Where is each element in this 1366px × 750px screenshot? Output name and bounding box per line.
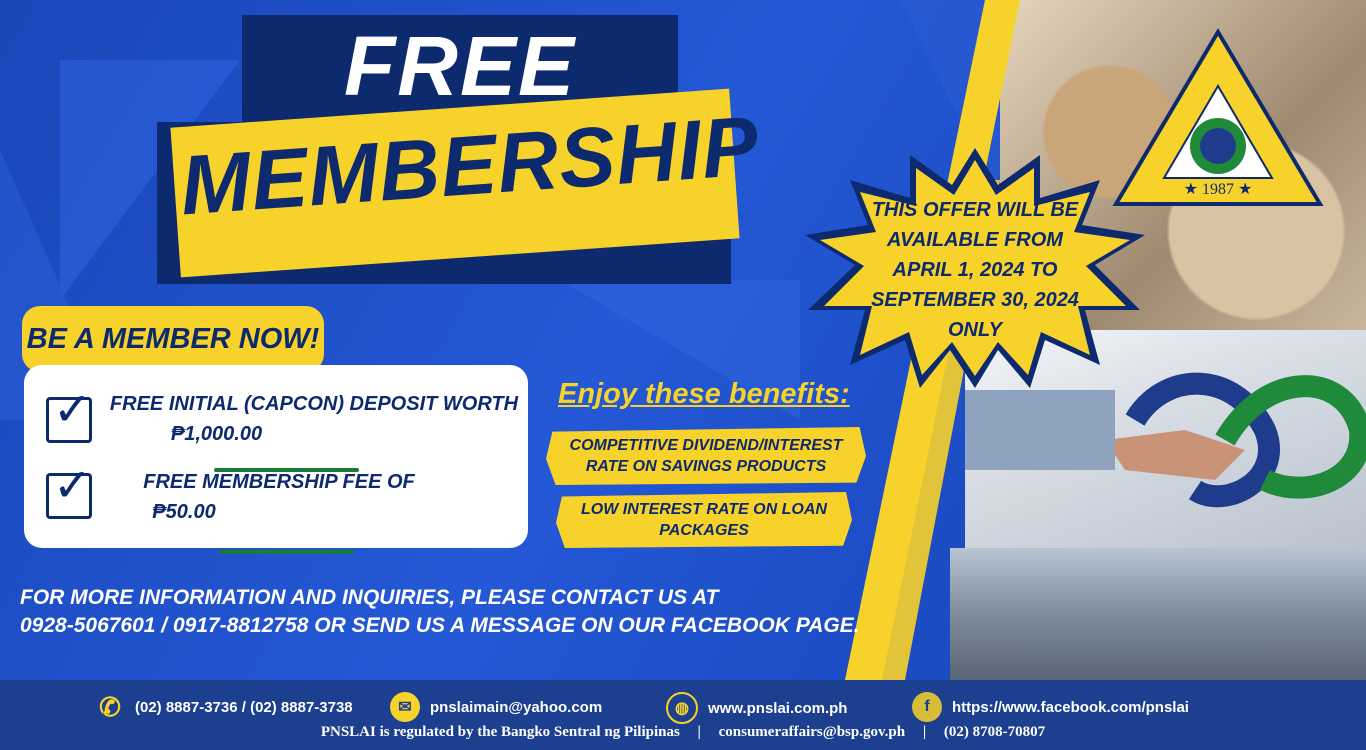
benefit-2-line1: LOW INTEREST RATE ON LOAN: [581, 501, 827, 518]
offer-line-3: APRIL 1, 2024 TO: [892, 259, 1058, 281]
separator: |: [922, 724, 927, 740]
separator: |: [697, 724, 701, 740]
offer-line-5: ONLY: [947, 319, 1003, 341]
footer-regulation-line: PNSLAI is regulated by the Bangko Sentra…: [0, 724, 1366, 741]
benefit-2-line2: PACKAGES: [659, 521, 749, 539]
green-accent-line: [214, 468, 359, 472]
globe-icon: ◍: [666, 692, 698, 724]
logo-year: ★ 1987 ★: [1184, 181, 1253, 198]
be-member-button[interactable]: BE A MEMBER NOW!: [22, 306, 324, 372]
footer-website[interactable]: ◍ www.pnslai.com.ph: [666, 692, 847, 724]
contact-line-1: FOR MORE INFORMATION AND INQUIRIES, PLEA…: [20, 586, 719, 609]
card-item-2-line1: FREE MEMBERSHIP FEE OF: [143, 471, 415, 493]
offer-line-2: AVAILABLE FROM: [887, 229, 1063, 251]
card-item-2-line2: ₱50.00: [152, 501, 216, 523]
footer-email[interactable]: ✉ pnslaimain@yahoo.com: [390, 692, 602, 722]
envelope-icon: ✉: [390, 692, 420, 722]
contact-line-2: 0928-5067601 / 0917-8812758 OR SEND US A…: [20, 614, 860, 638]
contact-info: FOR MORE INFORMATION AND INQUIRIES, PLEA…: [20, 584, 950, 641]
bsp-phone: (02) 8708-70807: [943, 724, 1046, 740]
footer-email-text: pnslaimain@yahoo.com: [430, 698, 603, 716]
checkbox-icon: ✓: [46, 386, 92, 443]
seminar-photo: [950, 548, 1366, 680]
benefit-1: COMPETITIVE DIVIDEND/INTEREST RATE ON SA…: [556, 436, 856, 478]
offer-line-1: THIS OFFER WILL BE: [871, 199, 1079, 221]
offer-card: ✓ FREE INITIAL (CAPCON) DEPOSIT WORTH ₱1…: [24, 365, 528, 554]
pnslai-logo: ★ 1987 ★: [1112, 28, 1324, 206]
bsp-email[interactable]: consumeraffairs@bsp.gov.ph: [719, 724, 905, 740]
checkbox-icon: ✓: [46, 462, 92, 519]
footer-website-text: www.pnslai.com.ph: [708, 699, 848, 717]
offer-text: THIS OFFER WILL BE AVAILABLE FROM APRIL …: [858, 195, 1092, 345]
phone-icon: ✆: [99, 691, 121, 722]
footer-facebook[interactable]: f https://www.facebook.com/pnslai: [912, 692, 1189, 722]
card-item-1-line2: ₱1,000.00: [170, 423, 263, 445]
benefit-1-line1: COMPETITIVE DIVIDEND/INTEREST: [569, 437, 843, 454]
green-accent-line: [219, 550, 354, 554]
offer-line-4: SEPTEMBER 30, 2024: [871, 289, 1079, 311]
facebook-icon: f: [912, 692, 942, 722]
benefit-1-line2: RATE ON SAVINGS PRODUCTS: [585, 457, 827, 475]
card-item-1-line1: FREE INITIAL (CAPCON) DEPOSIT WORTH: [109, 393, 519, 415]
regulation-text: PNSLAI is regulated by the Bangko Sentra…: [320, 724, 680, 740]
footer-phone[interactable]: ✆ (02) 8887-3736 / (02) 8887-3738: [95, 692, 353, 722]
benefit-2: LOW INTEREST RATE ON LOAN PACKAGES: [566, 500, 842, 542]
footer-facebook-text: https://www.facebook.com/pnslai: [952, 698, 1189, 716]
footer-phone-text: (02) 8887-3736 / (02) 8887-3738: [135, 698, 353, 716]
